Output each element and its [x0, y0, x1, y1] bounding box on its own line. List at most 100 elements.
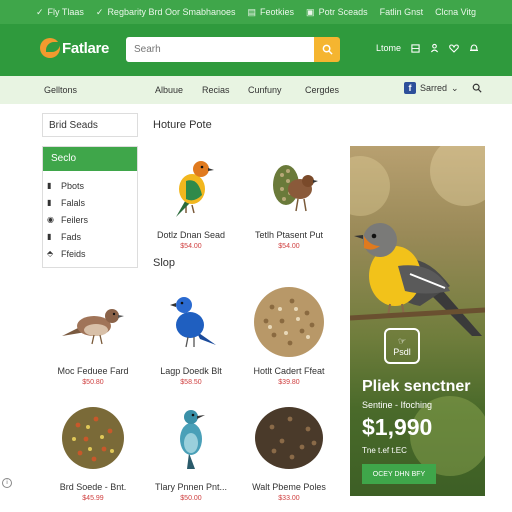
circle-icon: ◉: [47, 215, 54, 224]
dark-seed-icon: [255, 407, 323, 469]
signin-link[interactable]: f Sarred ⌄: [404, 82, 459, 94]
heart-icon[interactable]: [449, 43, 459, 53]
sidebar-item[interactable]: ▮ Pbots: [47, 177, 137, 194]
pin-icon: ⬘: [47, 249, 54, 258]
sidebar-item-label: Fads: [61, 231, 82, 242]
promo-label: Clcna Vitg: [435, 7, 476, 17]
promo-item[interactable]: ▤ Feotkies: [248, 7, 295, 18]
product-card[interactable]: Walt Pbeme Poles $33.00: [241, 398, 337, 502]
sidebar-item[interactable]: ⬘ Ffeids: [47, 245, 137, 262]
banner-bokeh: [430, 146, 485, 206]
product-card[interactable]: Tlary Pnnen Pnt... $50.00: [143, 398, 239, 502]
promo-bar: ✓ Fly Tlaas ✓ Regbarity Brd Oor Smabhanoes…: [0, 0, 512, 24]
product-image[interactable]: [151, 282, 231, 362]
bullet-icon: ▮: [47, 181, 52, 190]
promo-label: Fatlin Gnst: [379, 7, 424, 17]
nav-item[interactable]: Cergdes: [305, 85, 339, 95]
sidebar-item-label: Ffeids: [61, 248, 86, 259]
search-icon: [322, 44, 333, 55]
product-name[interactable]: Moc Feduee Fard: [45, 366, 141, 376]
nav-item[interactable]: Albuue: [155, 85, 183, 95]
nav-item[interactable]: Gelltons: [44, 85, 77, 95]
hand-icon: ☞: [397, 335, 407, 346]
product-image[interactable]: [151, 398, 231, 478]
promo-item[interactable]: ✓ Fly Tlaas: [36, 7, 84, 18]
product-price: $54.00: [278, 243, 300, 250]
logo-text: Fatlare: [62, 39, 110, 57]
banner-price: $1,990: [362, 414, 433, 440]
facebook-icon: f: [404, 82, 416, 94]
site-logo[interactable]: Fatlare: [40, 38, 109, 58]
user-icon[interactable]: [430, 43, 439, 53]
product-image[interactable]: [249, 398, 329, 478]
check-icon: ✓: [36, 6, 44, 17]
search-button[interactable]: [314, 37, 340, 62]
badge-label: Psdl: [393, 346, 411, 357]
sidebar-item[interactable]: ◉ Feilers: [47, 211, 137, 228]
seed-cake-bird-icon: [273, 165, 318, 212]
product-card[interactable]: Tetlh Ptasent Put $54.00: [241, 146, 337, 250]
product-card[interactable]: Moc Feduee Fard $50.80: [45, 282, 141, 386]
seed-pile-icon: [254, 287, 324, 357]
product-name[interactable]: Brd Soede - Bnt.: [45, 482, 141, 492]
product-card[interactable]: Brd Soede - Bnt. $45.99: [45, 398, 141, 502]
sidebar-item[interactable]: ▮ Falals: [47, 194, 137, 211]
sidebar-item-label: Falals: [61, 197, 86, 208]
search-bar: [126, 37, 340, 62]
product-name[interactable]: Walt Pbeme Poles: [241, 482, 337, 492]
goldfinch-bird-icon: [176, 161, 214, 217]
promo-label: Potr Sceads: [318, 7, 368, 17]
product-image[interactable]: [53, 282, 133, 362]
blue-bird-icon: [180, 410, 205, 469]
sidebar-title: Brid Seads: [42, 113, 138, 137]
search-icon[interactable]: [472, 83, 482, 93]
bullet-icon: ▮: [47, 232, 52, 241]
promo-item[interactable]: ✓ Regbarity Brd Oor Smabhanoes: [96, 7, 236, 18]
section-title-shop: Slop: [153, 257, 176, 269]
sidebar-menu: Seclo ▮ Pbots ▮ Falals ◉ Feilers ▮ Fads ⬘ Ffe…: [42, 146, 138, 268]
product-price: $54.00: [180, 243, 202, 250]
product-card[interactable]: Hotlt Cadert Ffeat $39.80: [241, 282, 337, 386]
grid-icon[interactable]: [411, 43, 420, 53]
banner-title: Pliek senctner: [362, 378, 471, 395]
sparrow-bird-icon: [62, 309, 124, 345]
promo-label: Regbarity Brd Oor Smabhanoes: [107, 7, 236, 17]
product-image[interactable]: [249, 146, 329, 226]
yellow-bird-illustration: [350, 223, 485, 336]
product-price: $58.50: [180, 379, 202, 386]
banner-cta-button[interactable]: OCEY DHN BFY: [362, 464, 436, 484]
banner-badge: ☞ Psdl: [384, 328, 420, 364]
promo-item[interactable]: Clcna Vitg: [435, 7, 476, 17]
product-price: $50.80: [82, 379, 104, 386]
product-image[interactable]: [249, 282, 329, 362]
product-image[interactable]: [53, 398, 133, 478]
bullet-icon: ▮: [47, 198, 52, 207]
product-card[interactable]: Dotlz Dnan Sead $54.00: [143, 146, 239, 250]
sidebar-item-label: Feilers: [61, 214, 89, 225]
leaf-logo-icon: [40, 38, 60, 58]
nav-item[interactable]: Cunfuny: [248, 85, 282, 95]
list-icon: ▤: [247, 6, 257, 17]
product-name[interactable]: Hotlt Cadert Ffeat: [241, 366, 337, 376]
section-title-featured: Hoture Pote: [153, 119, 212, 131]
site-header: Fatlare Ltome: [0, 24, 512, 76]
product-card[interactable]: Lagp Doedk Blt $58.50: [143, 282, 239, 386]
product-name[interactable]: Tlary Pnnen Pnt...: [143, 482, 239, 492]
search-input[interactable]: [126, 37, 314, 62]
promo-item[interactable]: ▣ Potr Sceads: [306, 7, 368, 18]
product-price: $39.80: [278, 379, 300, 386]
header-nav: Ltome: [376, 43, 479, 53]
product-name[interactable]: Dotlz Dnan Sead: [143, 230, 239, 240]
promo-item[interactable]: Fatlin Gnst: [380, 7, 424, 17]
home-link[interactable]: Ltome: [376, 43, 401, 53]
product-name[interactable]: Tetlh Ptasent Put: [241, 230, 337, 240]
info-icon[interactable]: i: [2, 478, 12, 488]
product-name[interactable]: Lagp Doedk Blt: [143, 366, 239, 376]
sidebar-item[interactable]: ▮ Fads: [47, 228, 137, 245]
sidebar-item-active[interactable]: Seclo: [43, 147, 137, 171]
nav-item[interactable]: Recias: [202, 85, 230, 95]
promo-label: Fly Tlaas: [47, 7, 84, 17]
bell-icon[interactable]: [469, 43, 479, 53]
promo-banner[interactable]: ☞ Psdl Pliek senctner Sentine - Ifoching…: [350, 146, 485, 496]
product-image[interactable]: [151, 146, 231, 226]
